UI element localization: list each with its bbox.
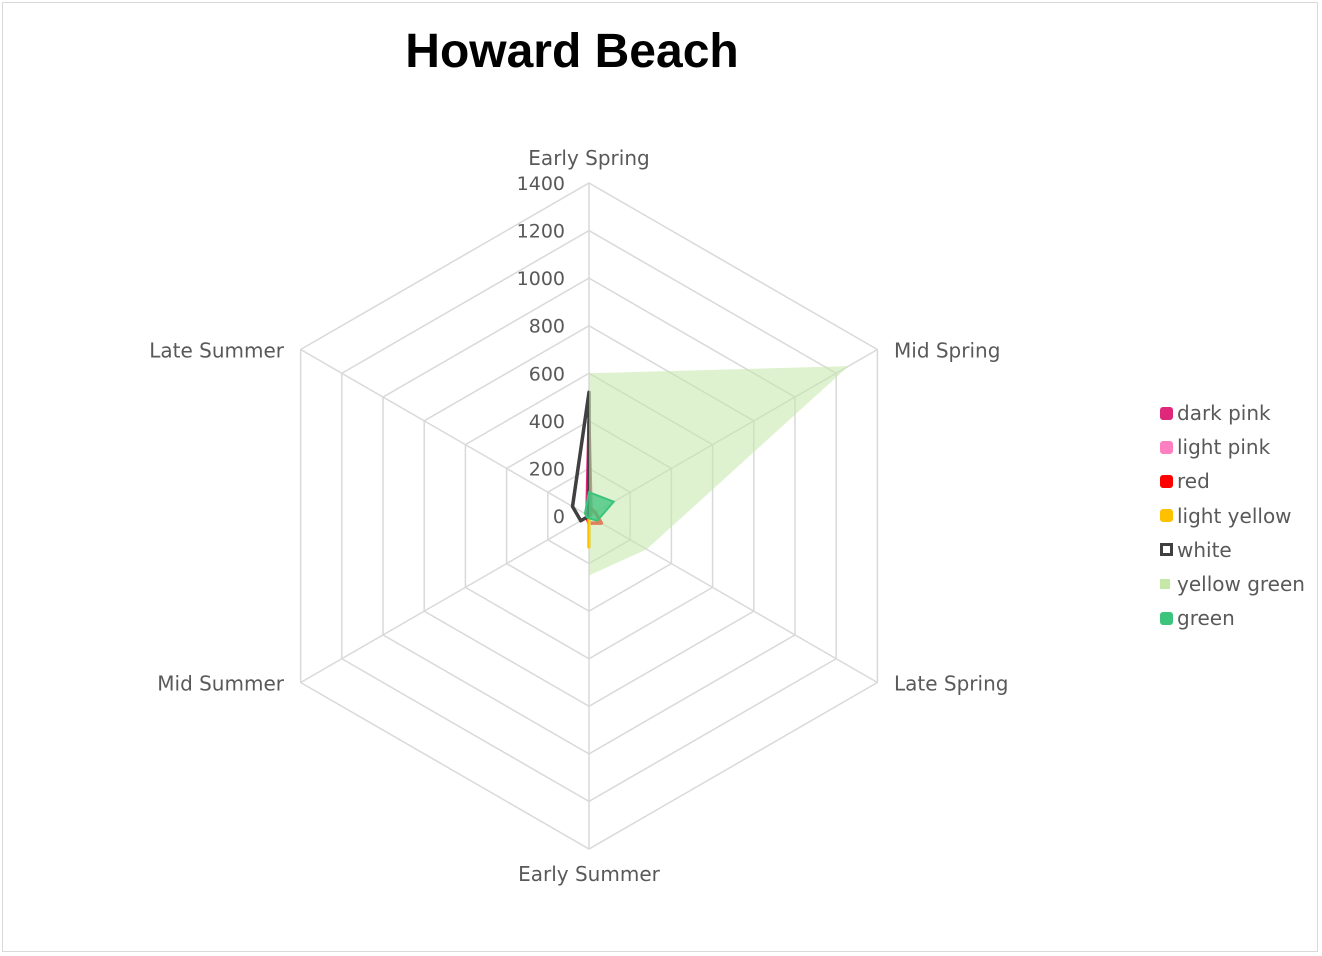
legend-label: white: [1177, 537, 1232, 562]
legend-item: white: [1160, 533, 1305, 567]
axis-label: Late Summer: [149, 339, 285, 363]
legend-swatch: [1160, 509, 1173, 523]
legend: dark pink light pink red light yellow white y…: [1160, 396, 1305, 635]
legend-swatch: [1160, 440, 1173, 454]
legend-label: red: [1177, 469, 1210, 494]
axis-label: Early Spring: [528, 146, 649, 170]
legend-swatch: [1160, 579, 1170, 590]
axis-label: Mid Spring: [894, 339, 1000, 363]
legend-label: yellow green: [1177, 572, 1305, 597]
radar-chart: 0 200 400 600 800 1000 1200 1400 Early Spring Mid…: [149, 146, 1008, 886]
legend-swatch: [1160, 611, 1173, 625]
legend-swatch: [1160, 543, 1173, 557]
axis-label: Mid Summer: [157, 672, 285, 696]
legend-label: green: [1177, 606, 1235, 631]
legend-item: dark pink: [1160, 396, 1305, 430]
tick-label: 200: [529, 458, 565, 480]
tick-label: 400: [529, 411, 565, 433]
legend-item: yellow green: [1160, 567, 1305, 601]
tick-label: 1400: [517, 173, 565, 195]
legend-swatch: [1160, 474, 1173, 488]
legend-label: light pink: [1177, 435, 1271, 460]
legend-item: light yellow: [1160, 499, 1305, 533]
axis-label: Early Summer: [518, 862, 661, 886]
legend-item: light pink: [1160, 430, 1305, 464]
series-yellow-green: [589, 366, 849, 576]
axis-label: Late Spring: [894, 672, 1008, 696]
legend-item: red: [1160, 464, 1305, 498]
legend-swatch: [1160, 406, 1173, 420]
tick-label: 600: [529, 363, 565, 385]
legend-item: green: [1160, 601, 1305, 635]
tick-label: 800: [529, 316, 565, 338]
tick-label: 1200: [517, 221, 565, 243]
legend-label: dark pink: [1177, 401, 1271, 426]
tick-label: 1000: [517, 268, 565, 290]
tick-label: 0: [553, 506, 565, 528]
legend-label: light yellow: [1177, 503, 1292, 528]
grid-spoke: [300, 515, 590, 684]
